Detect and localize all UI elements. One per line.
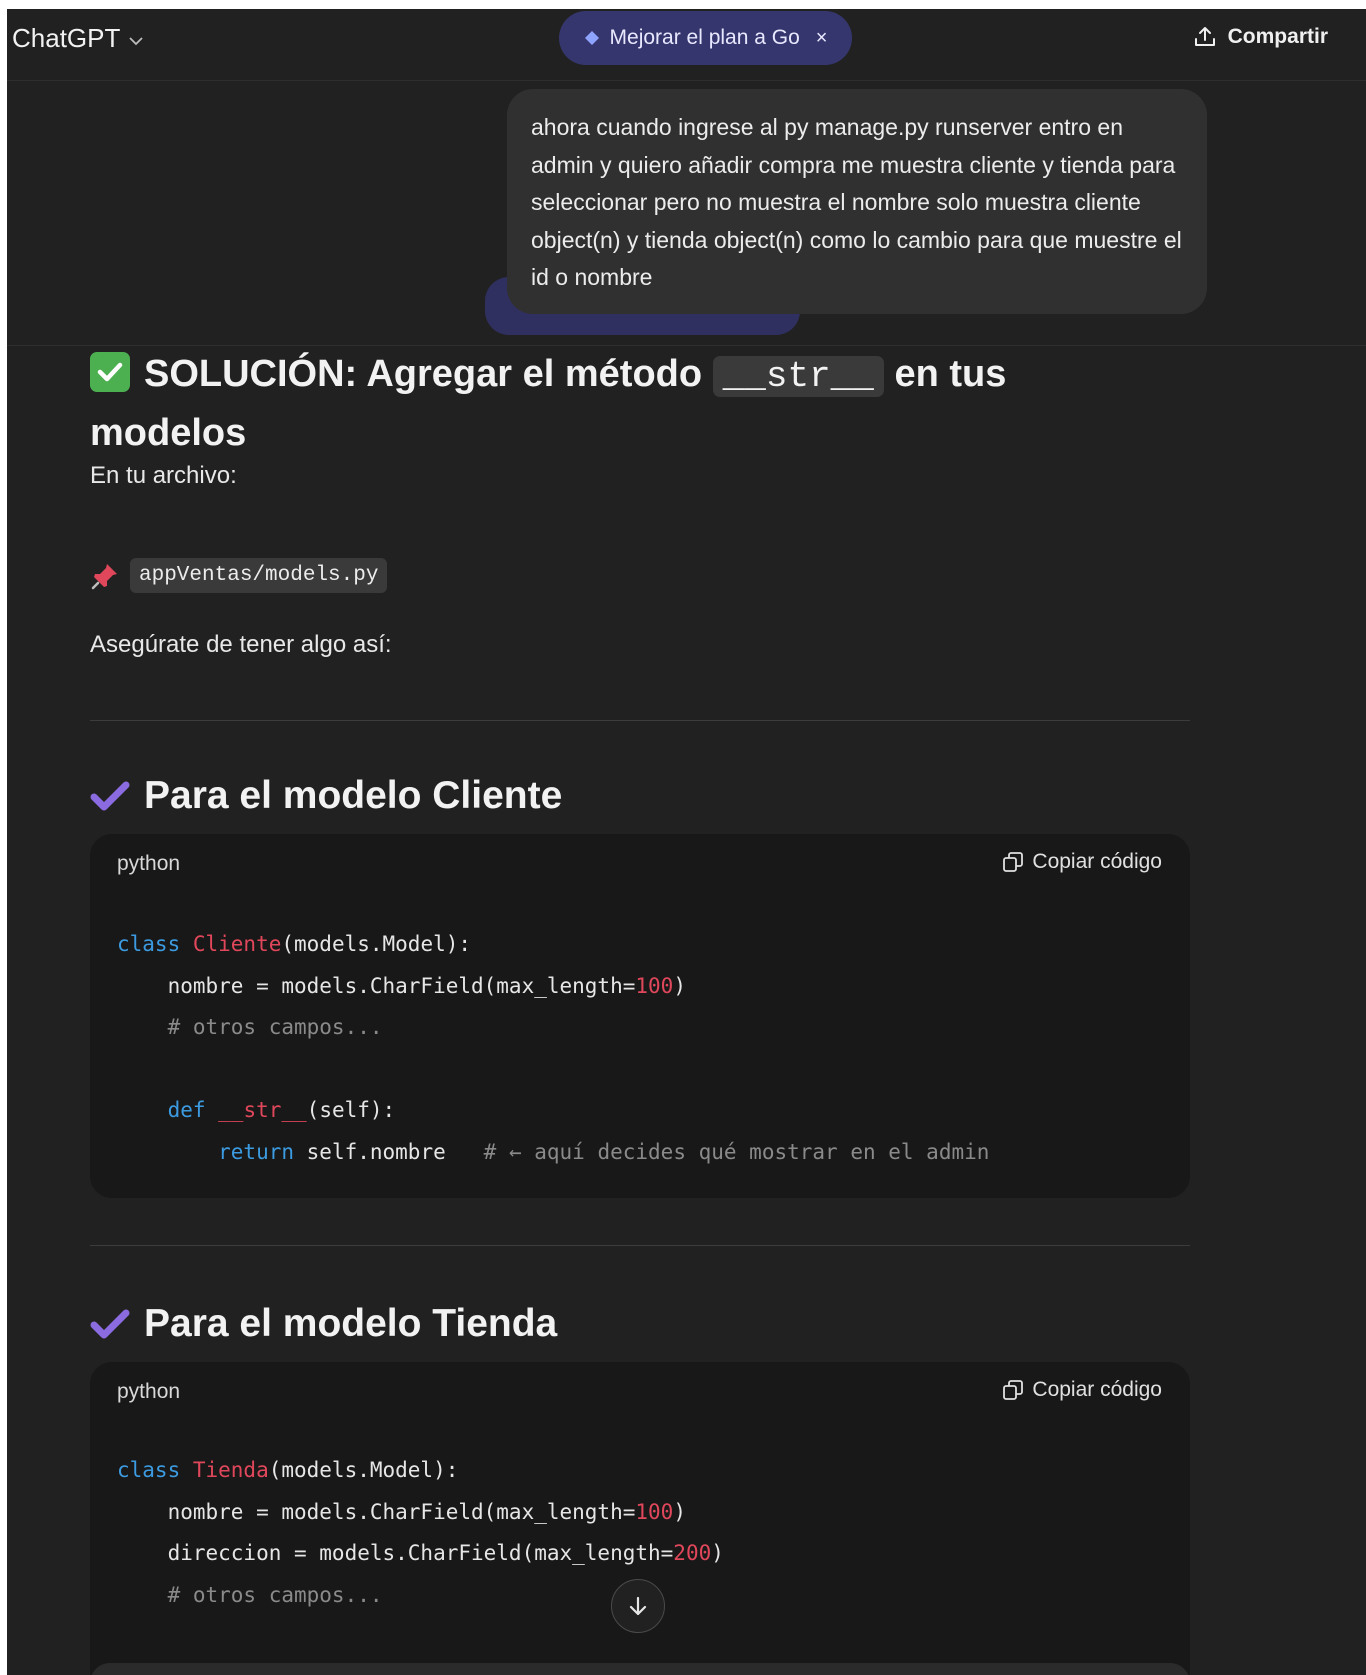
diamond-icon bbox=[584, 31, 599, 45]
code-token: ) bbox=[673, 973, 686, 998]
chevron-down-icon bbox=[129, 36, 144, 45]
code-token: # otros campos... bbox=[117, 1015, 383, 1039]
share-upload-icon bbox=[1194, 27, 1215, 46]
code-token: return bbox=[117, 1139, 307, 1164]
user-message-bubble: ahora cuando ingrese al py manage.py run… bbox=[507, 89, 1207, 314]
copy-label: Copiar código bbox=[1032, 850, 1162, 873]
check-mark-icon bbox=[90, 781, 130, 811]
composer-edge bbox=[90, 1663, 1190, 1675]
top-bar: ChatGPT Mejorar el plan a Go × Compartir bbox=[7, 9, 1366, 81]
close-icon[interactable]: × bbox=[816, 27, 828, 50]
code-token: Cliente bbox=[192, 932, 282, 956]
code-token: nombre = models.CharField(max_length= bbox=[117, 1499, 636, 1524]
instruction-text: Asegúrate de tener algo así: bbox=[90, 631, 392, 658]
file-intro-text: En tu archivo: bbox=[90, 462, 237, 489]
code-line: # otros campos... bbox=[117, 1007, 989, 1049]
upgrade-label: Mejorar el plan a Go bbox=[609, 26, 800, 49]
section-heading-text: Para el modelo Cliente bbox=[144, 774, 563, 817]
code-token: ) bbox=[711, 1541, 724, 1565]
scroll-to-bottom-button[interactable] bbox=[611, 1579, 665, 1633]
solution-heading: SOLUCIÓN: Agregar el método __str__ en t… bbox=[90, 346, 1090, 462]
code-token: class bbox=[117, 1458, 193, 1482]
inline-code-str: __str__ bbox=[712, 356, 884, 397]
code-token: 200 bbox=[673, 1541, 712, 1565]
arrow-down-icon bbox=[629, 1596, 647, 1616]
copy-icon bbox=[1003, 1380, 1024, 1400]
code-line: nombre = models.CharField(max_length=100… bbox=[117, 1492, 724, 1534]
code-token: (models.Model): bbox=[268, 1458, 459, 1482]
code-token: (self): bbox=[306, 1098, 396, 1122]
code-token: (models.Model): bbox=[281, 932, 472, 956]
check-box-icon bbox=[90, 352, 130, 392]
pushpin-icon bbox=[91, 563, 117, 589]
code-token: class bbox=[117, 932, 193, 956]
code-line: return self.nombre # ← aquí decides qué … bbox=[117, 1132, 989, 1174]
share-label: Compartir bbox=[1227, 25, 1328, 48]
copy-code-button[interactable]: Copiar código bbox=[1002, 850, 1162, 874]
code-token: __str__ bbox=[218, 1098, 307, 1122]
section-divider bbox=[90, 1245, 1190, 1246]
upgrade-plan-button[interactable]: Mejorar el plan a Go × bbox=[559, 11, 852, 65]
code-line: class Tienda(models.Model): bbox=[117, 1450, 724, 1492]
check-mark-icon bbox=[90, 1309, 130, 1339]
code-token: self.nombre bbox=[306, 1139, 484, 1164]
code-token: # ← aquí decides qué mostrar en el admin bbox=[483, 1139, 990, 1164]
copy-icon bbox=[1003, 852, 1024, 872]
section-divider bbox=[90, 720, 1190, 721]
code-content: class Cliente(models.Model): nombre = mo… bbox=[117, 924, 989, 1173]
file-path-code: appVentas/models.py bbox=[130, 558, 388, 593]
model-name: ChatGPT bbox=[12, 23, 121, 53]
section-heading-tienda: Para el modelo Tienda bbox=[90, 1302, 557, 1346]
code-token: 100 bbox=[635, 973, 674, 998]
solution-title-pre: SOLUCIÓN: Agregar el método bbox=[144, 353, 703, 395]
code-language: python bbox=[117, 1380, 181, 1403]
section-heading-cliente: Para el modelo Cliente bbox=[90, 774, 562, 818]
code-line: def __str__(self): bbox=[117, 1090, 989, 1132]
code-token: Tienda bbox=[192, 1458, 269, 1482]
code-line: class Cliente(models.Model): bbox=[117, 924, 989, 966]
copy-code-button[interactable]: Copiar código bbox=[1002, 1378, 1162, 1402]
code-token: nombre = models.CharField(max_length= bbox=[117, 973, 636, 998]
code-line: nombre = models.CharField(max_length=100… bbox=[117, 966, 989, 1008]
chat-window: ChatGPT Mejorar el plan a Go × Compartir… bbox=[7, 9, 1366, 1675]
code-language: python bbox=[117, 852, 181, 875]
code-token: # otros campos... bbox=[117, 1582, 383, 1607]
model-selector[interactable]: ChatGPT bbox=[12, 23, 144, 54]
copy-label: Copiar código bbox=[1032, 1378, 1162, 1401]
code-token: 100 bbox=[635, 1499, 674, 1524]
share-button[interactable]: Compartir bbox=[1193, 25, 1328, 49]
code-line: direccion = models.CharField(max_length=… bbox=[117, 1533, 724, 1575]
code-block-cliente: python Copiar código class Cliente(model… bbox=[90, 834, 1190, 1198]
file-path-line: appVentas/models.py bbox=[90, 558, 388, 593]
code-token: ) bbox=[673, 1499, 686, 1524]
section-heading-text: Para el modelo Tienda bbox=[144, 1302, 558, 1345]
user-message-text: ahora cuando ingrese al py manage.py run… bbox=[531, 114, 1182, 290]
code-token: def bbox=[117, 1098, 219, 1122]
code-token: direccion = models.CharField(max_length= bbox=[117, 1541, 674, 1565]
